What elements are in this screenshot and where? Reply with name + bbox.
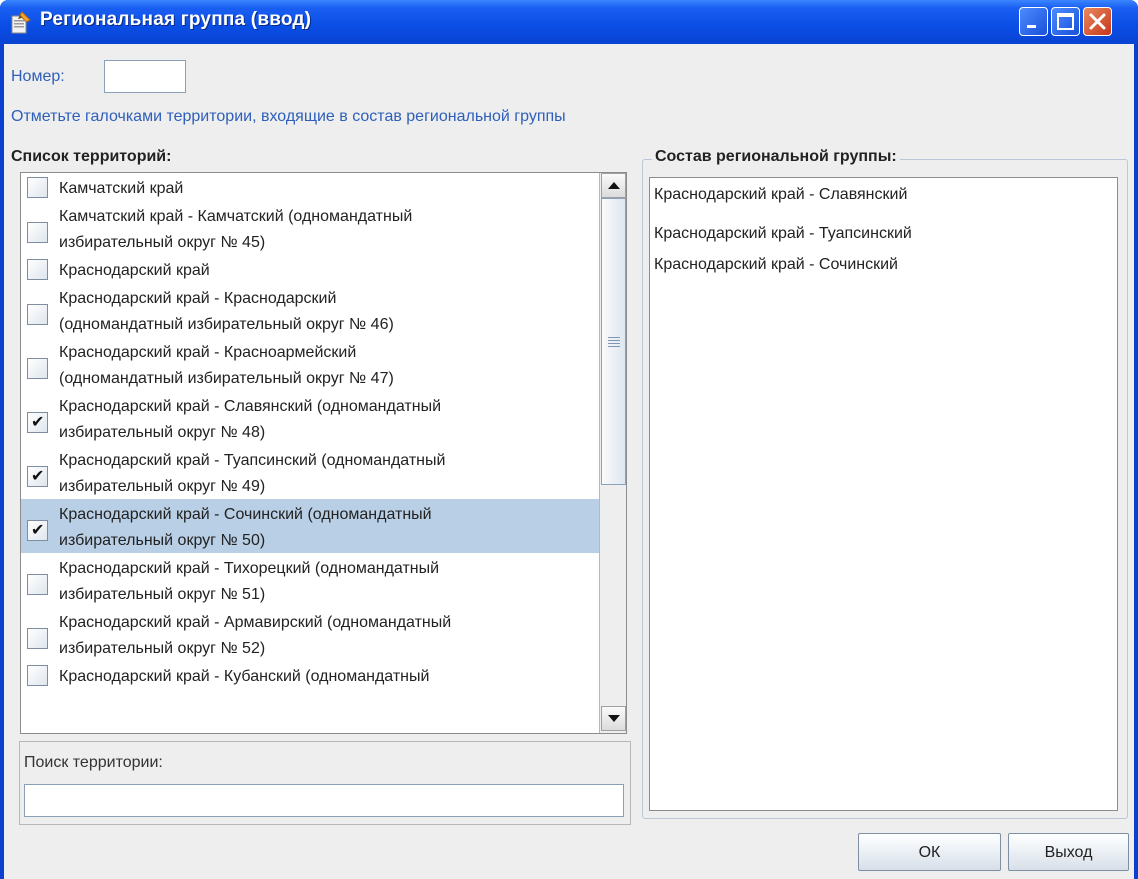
minimize-button[interactable] bbox=[1019, 7, 1048, 36]
window-title: Региональная группа (ввод) bbox=[40, 9, 312, 30]
close-icon bbox=[1089, 13, 1106, 30]
grip-line bbox=[608, 346, 620, 347]
territory-label-line: Краснодарский край - Славянский (одноман… bbox=[59, 398, 441, 415]
checkmark-icon: ✔ bbox=[31, 468, 45, 485]
territory-row[interactable]: Камчатский край - Камчатский (одномандат… bbox=[21, 201, 599, 255]
minimize-icon bbox=[1027, 25, 1036, 28]
territory-checkbox[interactable] bbox=[27, 574, 48, 595]
group-item[interactable]: Краснодарский край - Туапсинский bbox=[654, 225, 912, 243]
territory-label: Краснодарский край - Сочинский (одноманд… bbox=[59, 504, 597, 556]
search-label: Поиск территории: bbox=[24, 754, 163, 771]
territory-checkbox[interactable] bbox=[27, 259, 48, 280]
territory-row[interactable]: Камчатский край bbox=[21, 173, 599, 201]
territory-row[interactable]: ✔ Краснодарский край - Сочинский (одноман… bbox=[21, 499, 599, 553]
scroll-up-button[interactable] bbox=[601, 173, 626, 198]
arrow-up-icon bbox=[608, 182, 620, 189]
territory-row[interactable]: Краснодарский край - Кубанский (одноманд… bbox=[21, 661, 599, 689]
territory-label: Краснодарский край - Кубанский (одноманд… bbox=[59, 666, 597, 692]
territory-label: Камчатский край - Камчатский (одномандат… bbox=[59, 206, 597, 258]
dialog-body: Номер: Отметьте галочками территории, вх… bbox=[4, 44, 1134, 879]
territory-label-line: Камчатский край - Камчатский (одномандат… bbox=[59, 208, 413, 225]
territory-row[interactable]: Краснодарский край - Краснодарский (одном… bbox=[21, 283, 599, 337]
number-input[interactable] bbox=[104, 60, 186, 93]
group-list[interactable]: Краснодарский край - Славянский Краснодар… bbox=[649, 177, 1118, 811]
checkmark-icon: ✔ bbox=[31, 414, 45, 431]
app-icon bbox=[11, 11, 31, 34]
territory-label: Краснодарский край - Тихорецкий (одноман… bbox=[59, 558, 597, 610]
territory-label: Краснодарский край - Краснодарский (одном… bbox=[59, 288, 597, 340]
territory-row[interactable]: ✔ Краснодарский край - Туапсинский (одном… bbox=[21, 445, 599, 499]
territory-checkbox[interactable]: ✔ bbox=[27, 466, 48, 487]
territory-label-line: Краснодарский край - Армавирский (однома… bbox=[59, 614, 452, 631]
territory-label-line: Краснодарский край - Кубанский (одноманд… bbox=[59, 668, 430, 685]
grip-line bbox=[608, 337, 620, 338]
checkmark-icon: ✔ bbox=[31, 522, 45, 539]
territory-checkbox[interactable] bbox=[27, 304, 48, 325]
dialog-window: Региональная группа (ввод) Номер: Отметь… bbox=[0, 0, 1138, 879]
exit-button[interactable]: Выход bbox=[1008, 833, 1129, 871]
territory-label: Краснодарский край - Славянский (одноман… bbox=[59, 396, 597, 448]
search-input[interactable] bbox=[24, 784, 624, 817]
territory-checkbox[interactable] bbox=[27, 177, 48, 198]
territory-checkbox[interactable]: ✔ bbox=[27, 520, 48, 541]
territory-list-heading: Список территорий: bbox=[11, 148, 172, 165]
scroll-down-button[interactable] bbox=[601, 706, 626, 731]
territory-checkbox[interactable] bbox=[27, 665, 48, 686]
territory-checkbox[interactable] bbox=[27, 628, 48, 649]
instruction-text: Отметьте галочками территории, входящие … bbox=[11, 108, 566, 125]
group-heading: Состав региональной группы: bbox=[652, 148, 900, 166]
territory-label: Краснодарский край - Красноармейский (одн… bbox=[59, 342, 597, 394]
group-item[interactable]: Краснодарский край - Славянский bbox=[654, 186, 907, 204]
maximize-button[interactable] bbox=[1051, 7, 1080, 36]
territory-label-line: Краснодарский край - Сочинский (одноманд… bbox=[59, 506, 432, 523]
maximize-icon bbox=[1057, 13, 1074, 30]
territory-checkbox[interactable] bbox=[27, 358, 48, 379]
territory-label-line: Краснодарский край - Тихорецкий (одноман… bbox=[59, 560, 440, 577]
group-item[interactable]: Краснодарский край - Сочинский bbox=[654, 256, 898, 274]
number-label: Номер: bbox=[11, 68, 65, 85]
scroll-thumb[interactable] bbox=[601, 198, 626, 485]
search-panel: Поиск территории: bbox=[19, 741, 631, 825]
territory-list-rows: Камчатский край Камчатский край - Камчатс… bbox=[21, 173, 599, 689]
territory-label-line: Краснодарский край - Туапсинский (однома… bbox=[59, 452, 446, 469]
territory-label-line: Краснодарский край - Красноармейский bbox=[59, 344, 357, 361]
territory-row[interactable]: Краснодарский край bbox=[21, 255, 599, 283]
territory-checkbox[interactable] bbox=[27, 222, 48, 243]
territory-list-scrollbar[interactable] bbox=[599, 173, 626, 733]
grip-line bbox=[608, 343, 620, 344]
territory-row[interactable]: Краснодарский край - Тихорецкий (одноман… bbox=[21, 553, 599, 607]
territory-list[interactable]: Камчатский край Камчатский край - Камчатс… bbox=[20, 172, 627, 734]
territory-checkbox[interactable]: ✔ bbox=[27, 412, 48, 433]
close-button[interactable] bbox=[1083, 7, 1112, 36]
territory-label: Краснодарский край - Туапсинский (однома… bbox=[59, 450, 597, 502]
ok-button[interactable]: ОК bbox=[858, 833, 1001, 871]
territory-label-line: Краснодарский край - Краснодарский bbox=[59, 290, 337, 307]
title-bar[interactable]: Региональная группа (ввод) bbox=[0, 0, 1138, 44]
territory-row[interactable]: Краснодарский край - Красноармейский (одн… bbox=[21, 337, 599, 391]
arrow-down-icon bbox=[608, 715, 620, 722]
territory-row[interactable]: ✔ Краснодарский край - Славянский (однома… bbox=[21, 391, 599, 445]
grip-line bbox=[608, 340, 620, 341]
territory-row[interactable]: Краснодарский край - Армавирский (однома… bbox=[21, 607, 599, 661]
territory-label: Краснодарский край - Армавирский (однома… bbox=[59, 612, 597, 664]
